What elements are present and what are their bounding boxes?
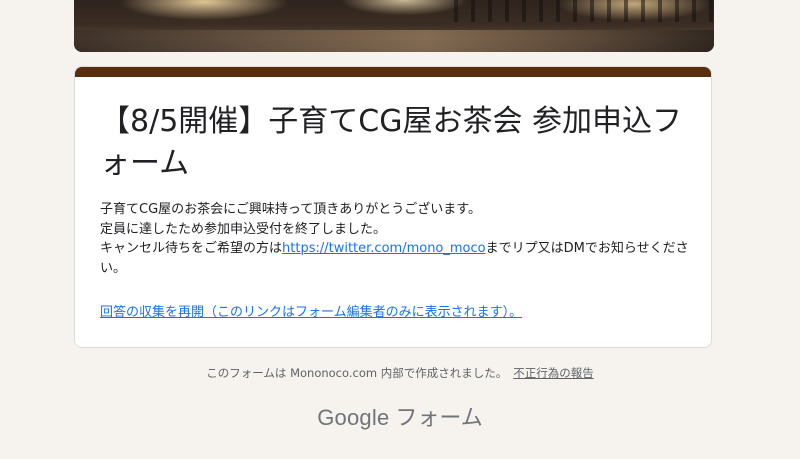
card-accent-bar [75, 67, 711, 77]
description-line-2: 定員に達したため参加申込受付を終了しました。 [100, 221, 387, 237]
twitter-link[interactable]: https://twitter.com/mono_moco [282, 241, 486, 256]
form-title: 【8/5開催】子育てCG屋お茶会 参加申込フォーム [100, 104, 683, 181]
form-description: 子育てCG屋のお茶会にご興味持って頂きありがとうございます。 定員に達したため参… [100, 200, 700, 278]
footer-note: このフォームは Mononoco.com 内部で作成されました。 不正行為の報告 [0, 365, 800, 381]
header-banner-image [74, 0, 714, 52]
description-line-3-before: キャンセル待ちをご希望の方は [100, 241, 283, 256]
forms-wordmark: フォーム [395, 406, 483, 431]
banner-people-silhouettes [454, 0, 714, 22]
description-line-3: キャンセル待ちをご希望の方はhttps://twitter.com/mono_m… [100, 239, 700, 278]
form-closed-card: 【8/5開催】子育てCG屋お茶会 参加申込フォーム 子育てCG屋のお茶会にご興味… [74, 66, 712, 348]
reopen-responses-link[interactable]: 回答の収集を再開（このリンクはフォーム編集者のみに表示されます）。 [100, 303, 522, 322]
description-line-1: 子育てCG屋のお茶会にご興味持って頂きありがとうございます。 [100, 202, 481, 217]
footer-created-by: このフォームは Mononoco.com 内部で作成されました。 [206, 366, 508, 380]
report-abuse-link[interactable]: 不正行為の報告 [513, 366, 594, 380]
banner-floor [74, 30, 714, 52]
google-forms-logo[interactable]: Google フォーム [0, 400, 800, 432]
google-wordmark: Google [317, 405, 390, 430]
